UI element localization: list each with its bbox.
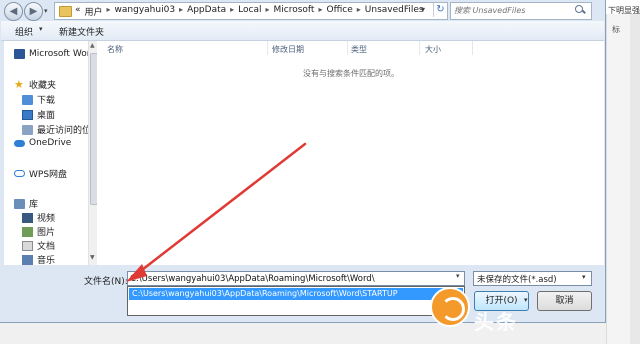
annotation-arrow-shaft (136, 142, 307, 275)
annotation-arrow-head (126, 264, 147, 282)
watermark-logo-icon (430, 287, 470, 327)
watermark-logo-ring (441, 297, 465, 321)
annotation-arrow (126, 142, 307, 282)
watermark-text: 头条 (474, 310, 518, 334)
